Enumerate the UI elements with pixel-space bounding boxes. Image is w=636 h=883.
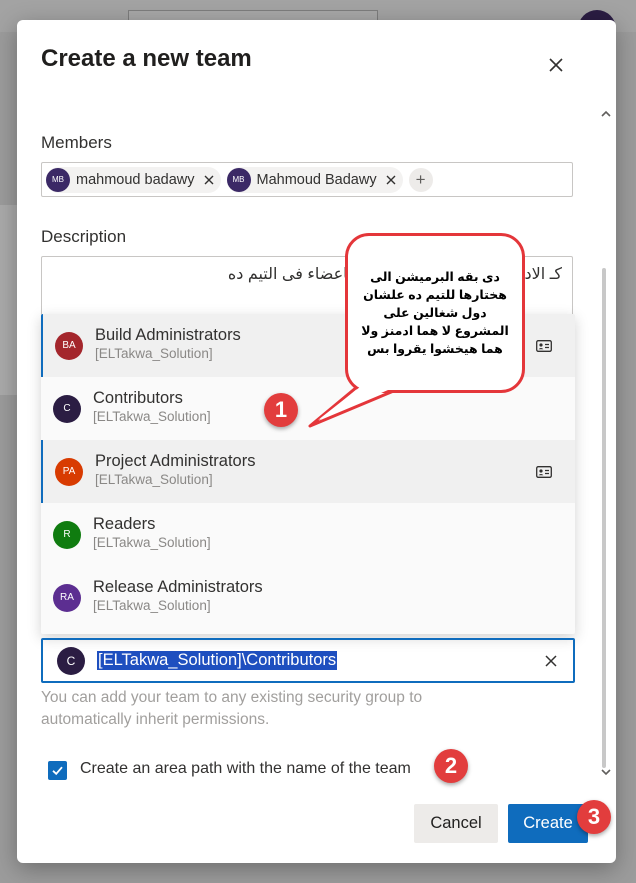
area-path-label[interactable]: Create an area path with the name of the… — [80, 760, 411, 778]
create-team-dialog: Create a new team Members MB mahmoud bad… — [17, 20, 616, 863]
scrollbar-thumb[interactable] — [602, 268, 606, 768]
avatar: C — [57, 646, 85, 675]
description-label: Description — [41, 227, 127, 246]
annotation-badge-2: 2 — [434, 749, 468, 783]
group-option-readers[interactable]: R Readers [ELTakwa_Solution] — [41, 503, 575, 566]
remove-member-icon[interactable] — [385, 174, 397, 186]
group-option-project-administrators[interactable]: PA Project Administrators [ELTakwa_Solut… — [41, 440, 575, 503]
checkmark-icon — [52, 766, 63, 776]
annotation-badge-3: 3 — [577, 800, 611, 834]
members-label: Members — [41, 133, 112, 152]
remove-member-icon[interactable] — [203, 174, 215, 186]
scroll-up-icon[interactable] — [600, 108, 612, 120]
group-org: [ELTakwa_Solution] — [95, 472, 213, 487]
group-name: Project Administrators — [95, 452, 256, 470]
group-org: [ELTakwa_Solution] — [93, 598, 211, 613]
group-name: Readers — [93, 515, 156, 533]
area-path-checkbox[interactable] — [48, 761, 67, 780]
annotation-text: دى بقه البرميشن الى هختارها للتيم ده علش… — [361, 270, 509, 356]
member-name: mahmoud badawy — [76, 171, 195, 188]
group-name: Build Administrators — [95, 326, 241, 344]
security-group-input[interactable]: C [ELTakwa_Solution]\Contributors — [41, 638, 575, 683]
security-group-value[interactable]: [ELTakwa_Solution]\Contributors — [97, 651, 338, 670]
avatar: MB — [226, 167, 251, 192]
group-name: Contributors — [93, 389, 183, 407]
group-name: Release Administrators — [93, 578, 263, 596]
scroll-down-icon[interactable] — [600, 766, 612, 778]
avatar: R — [53, 520, 81, 549]
members-field[interactable]: MB mahmoud badawy MB Mahmoud Badawy + — [41, 162, 573, 197]
clear-icon[interactable] — [543, 653, 559, 669]
avatar: C — [53, 394, 81, 423]
group-org: [ELTakwa_Solution] — [93, 535, 211, 550]
avatar: MB — [46, 167, 70, 192]
annotation-badge-1: 1 — [264, 393, 298, 427]
close-icon — [549, 58, 563, 72]
cancel-button[interactable]: Cancel — [414, 804, 498, 843]
security-group-helper-text: You can add your team to any existing se… — [41, 689, 423, 728]
group-org: [ELTakwa_Solution] — [95, 346, 213, 361]
dialog-title: Create a new team — [41, 45, 252, 72]
annotation-callout: دى بقه البرميشن الى هختارها للتيم ده علش… — [345, 233, 525, 393]
avatar: PA — [55, 457, 83, 486]
add-member-button[interactable]: + — [408, 167, 433, 192]
member-name: Mahmoud Badawy — [256, 171, 377, 188]
avatar: BA — [55, 331, 83, 360]
avatar: RA — [53, 583, 81, 612]
create-button[interactable]: Create — [508, 804, 588, 843]
close-button[interactable] — [543, 52, 569, 78]
group-option-release-administrators[interactable]: RA Release Administrators [ELTakwa_Solut… — [41, 566, 575, 629]
id-card-icon — [536, 340, 552, 352]
member-chip: MB mahmoud badawy — [46, 166, 221, 193]
member-chip: MB Mahmoud Badawy — [226, 166, 403, 193]
id-card-icon — [536, 466, 552, 478]
group-org: [ELTakwa_Solution] — [93, 409, 211, 424]
